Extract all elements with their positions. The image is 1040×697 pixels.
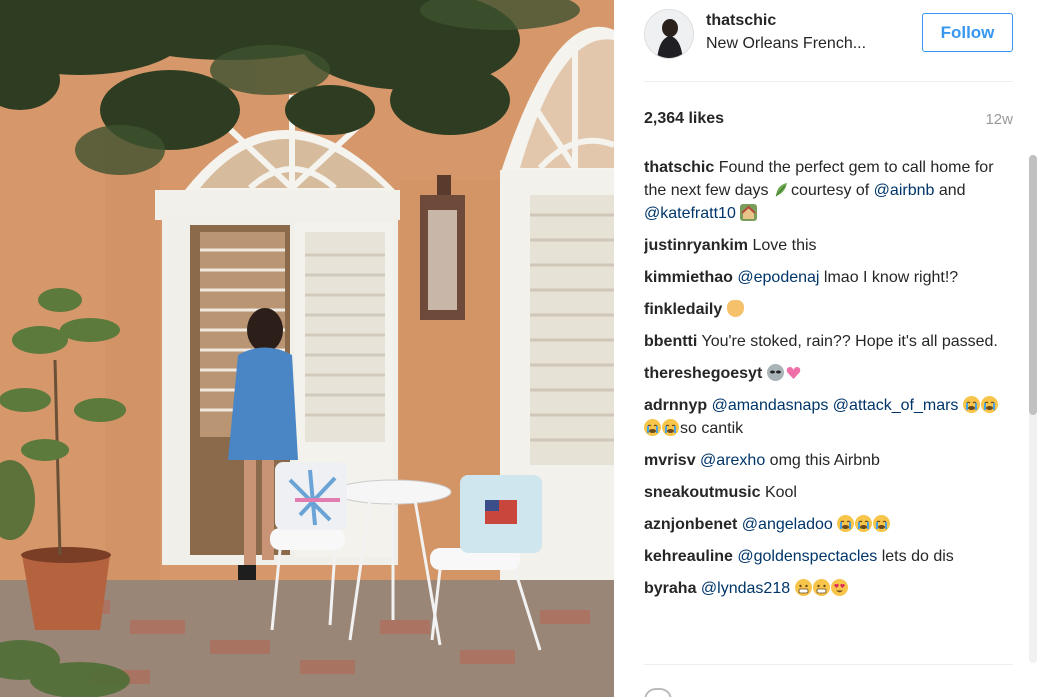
crying-face-icon — [873, 515, 891, 532]
comment-text: so cantik — [680, 420, 744, 437]
comment-text: Kool — [764, 484, 797, 501]
mention-link[interactable]: @epodenaj — [737, 269, 819, 286]
crying-face-icon — [662, 419, 679, 436]
comment: mvrisv @arexho omg this Airbnb — [644, 449, 1013, 472]
avatar[interactable] — [644, 9, 694, 59]
mention-link[interactable]: @angeladoo — [742, 516, 833, 533]
comment-username[interactable]: kimmiethao — [644, 269, 733, 286]
crying-face-icon — [855, 515, 873, 532]
follow-button[interactable]: Follow — [922, 13, 1013, 52]
crying-face-icon — [644, 419, 661, 436]
mention-link[interactable]: @arexho — [700, 452, 765, 469]
post-photo[interactable] — [0, 0, 614, 697]
mention-link[interactable]: @attack_of_mars — [833, 397, 959, 414]
comment: kimmiethao @epodenaj lmao I know right!? — [644, 266, 1013, 289]
comment: adrnnyp @amandasnaps @attack_of_mars so … — [644, 394, 1013, 440]
comment-username[interactable]: bbentti — [644, 333, 697, 350]
heart-eyes-icon — [830, 579, 848, 596]
scrollbar-thumb[interactable] — [1029, 155, 1037, 415]
comment: bbentti You're stoked, rain?? Hope it's … — [644, 330, 1013, 353]
divider — [644, 664, 1013, 665]
comment: sneakoutmusic Kool — [644, 481, 1013, 504]
comment-text: You're stoked, rain?? Hope it's all pass… — [701, 333, 998, 350]
comment-text: courtesy of — [790, 182, 874, 199]
post-header: thatschic New Orleans French... Follow — [644, 6, 1013, 82]
comment-username[interactable]: thatschic — [644, 159, 714, 176]
comment-text: Love this — [752, 237, 817, 254]
comment-text: omg this Airbnb — [765, 452, 880, 469]
comment-text: lmao I know right!? — [819, 269, 959, 286]
comment: justinryankim Love this — [644, 234, 1013, 257]
crying-face-icon — [837, 515, 855, 532]
post-username[interactable]: thatschic — [706, 12, 776, 30]
comment: finkledaily — [644, 298, 1013, 321]
comment-username[interactable]: kehreauline — [644, 548, 733, 565]
ok-hand-icon — [726, 300, 744, 317]
herb-icon — [773, 181, 790, 198]
grimacing-face-icon — [794, 579, 812, 596]
mention-link[interactable]: @amandasnaps — [712, 397, 829, 414]
comment: byraha @lyndas218 — [644, 577, 1013, 600]
comment-scrollbar[interactable] — [1029, 155, 1037, 663]
grimacing-face-icon — [812, 579, 830, 596]
post-detail-panel: thatschic New Orleans French... Follow 2… — [614, 0, 1040, 697]
alien-icon — [766, 364, 784, 381]
mention-link[interactable]: @goldenspectacles — [737, 548, 877, 565]
comment-username[interactable]: justinryankim — [644, 237, 748, 254]
like-heart-icon[interactable] — [644, 688, 672, 697]
comment-list: thatschic Found the perfect gem to call … — [644, 156, 1013, 665]
mention-link[interactable]: @airbnb — [874, 182, 935, 199]
comment-username[interactable]: byraha — [644, 580, 696, 597]
comment: thereshegoesyt — [644, 362, 1013, 385]
comment-username[interactable]: adrnnyp — [644, 397, 707, 414]
mention-link[interactable]: @katefratt10 — [644, 205, 736, 222]
comment-text: lets do dis — [877, 548, 954, 565]
house-with-garden-icon — [740, 204, 758, 221]
crying-face-icon — [980, 396, 998, 413]
crying-face-icon — [962, 396, 980, 413]
comment: kehreauline @goldenspectacles lets do di… — [644, 545, 1013, 568]
comment-username[interactable]: sneakoutmusic — [644, 484, 760, 501]
comment-text: and — [934, 182, 966, 199]
likes-count[interactable]: 2,364 likes — [644, 110, 724, 128]
comment: thatschic Found the perfect gem to call … — [644, 156, 1013, 225]
comment-username[interactable]: aznjonbenet — [644, 516, 737, 533]
comment-username[interactable]: mvrisv — [644, 452, 696, 469]
mention-link[interactable]: @lyndas218 — [701, 580, 790, 597]
sparkling-heart-icon — [785, 364, 802, 381]
comment-username[interactable]: finkledaily — [644, 301, 722, 318]
likes-row: 2,364 likes 12w — [644, 108, 1013, 132]
comment: aznjonbenet @angeladoo — [644, 513, 1013, 536]
post-age[interactable]: 12w — [985, 111, 1013, 128]
post-location[interactable]: New Orleans French... — [706, 35, 866, 53]
photo-illustration — [0, 0, 614, 697]
comment-username[interactable]: thereshegoesyt — [644, 365, 762, 382]
